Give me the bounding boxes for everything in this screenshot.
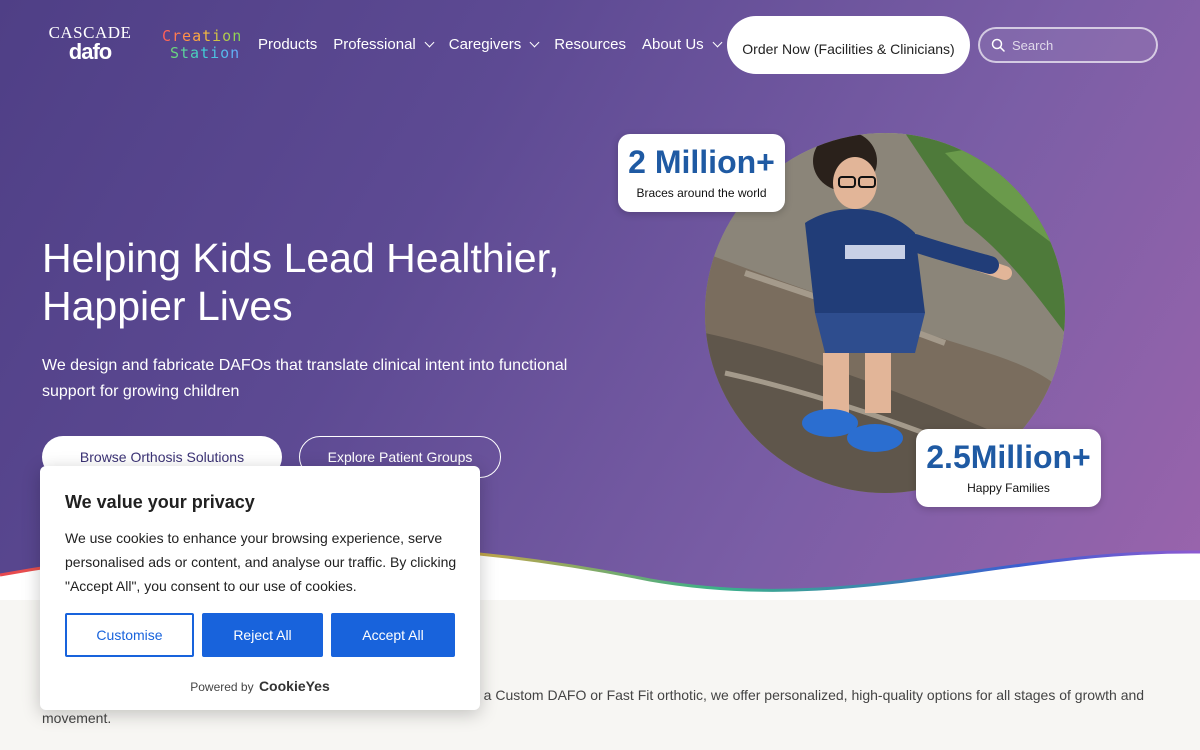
chevron-down-icon — [424, 37, 435, 47]
creation-word: Creation — [162, 27, 243, 45]
search-input[interactable] — [1012, 34, 1142, 56]
hero-subtitle: We design and fabricate DAFOs that trans… — [42, 357, 568, 400]
stat-label: Happy Families — [967, 481, 1050, 495]
logo-wordmark-bottom: dafo — [68, 39, 112, 64]
creation-station-logo[interactable]: Creation Station — [162, 28, 242, 62]
nav-label: Resources — [554, 35, 626, 53]
stat-value: 2 Million+ — [628, 144, 775, 180]
cookieyes-logo[interactable]: CookieYes — [259, 678, 330, 694]
nav-label: Caregivers — [448, 35, 522, 53]
stat-families: 2.5Million+ Happy Families — [914, 427, 1103, 509]
search-box[interactable] — [978, 27, 1158, 63]
accept-all-button[interactable]: Accept All — [331, 613, 455, 657]
chevron-down-icon — [529, 37, 540, 47]
nav-item-professional[interactable]: Professional — [333, 34, 435, 54]
stat-value: 2.5Million+ — [926, 439, 1091, 475]
nav-item-about-us[interactable]: About Us — [641, 34, 723, 54]
cookie-description: We use cookies to enhance your browsing … — [65, 530, 457, 594]
nav-label: Products — [258, 35, 318, 53]
hero-title: Helping Kids Lead Healthier, Happier Liv… — [42, 235, 560, 329]
nav-label: About Us — [641, 35, 704, 53]
search-icon — [991, 38, 1005, 52]
nav-item-products[interactable]: Products — [258, 34, 317, 54]
cookie-consent-dialog: We value your privacy We use cookies to … — [40, 466, 480, 710]
stat-label: Braces around the world — [636, 186, 767, 200]
customise-button[interactable]: Customise — [65, 613, 194, 657]
nav-item-resources[interactable]: Resources — [554, 34, 626, 54]
cookie-title: We value your privacy — [65, 492, 255, 512]
nav-label: Professional — [333, 35, 416, 53]
cascade-dafo-logo[interactable]: CASCADE dafo — [42, 24, 138, 64]
stat-braces: 2 Million+ Braces around the world — [616, 132, 787, 214]
main-nav: Products Professional Caregivers Resourc… — [258, 34, 737, 54]
station-word: Station — [162, 45, 242, 62]
powered-by-label: Powered by — [190, 680, 254, 694]
chevron-down-icon — [712, 37, 723, 47]
nav-item-caregivers[interactable]: Caregivers — [448, 34, 540, 54]
order-now-button[interactable]: Order Now (Facilities & Clinicians) — [727, 16, 970, 74]
reject-all-button[interactable]: Reject All — [202, 613, 323, 657]
powered-by: Powered by CookieYes — [40, 678, 480, 694]
